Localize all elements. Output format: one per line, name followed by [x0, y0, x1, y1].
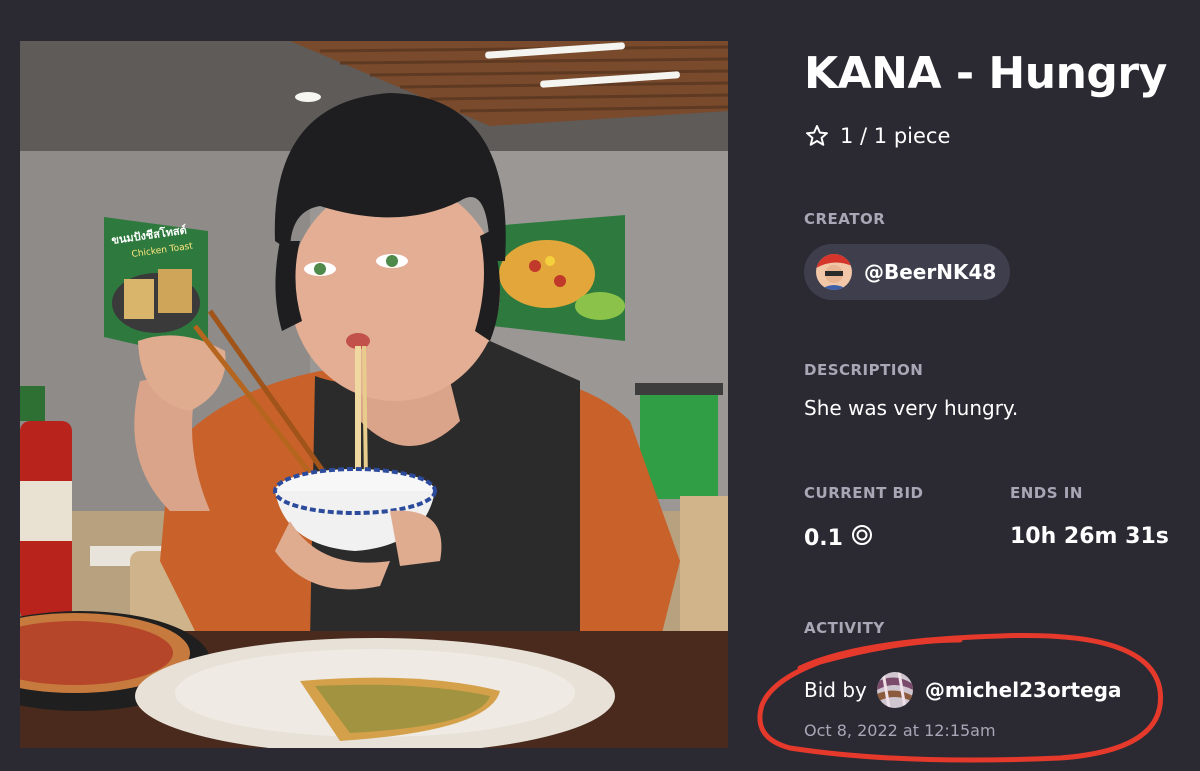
ends-in-label: ENDS IN [1010, 484, 1083, 502]
bidder-handle[interactable]: @michel23ortega [925, 678, 1122, 702]
current-bid-label: CURRENT BID [804, 484, 924, 502]
activity-timestamp: Oct 8, 2022 at 12:15am [804, 721, 996, 740]
artwork-image[interactable]: ขนมปังชีสโทสต์ Chicken Toast [20, 41, 728, 748]
poster-right [492, 215, 625, 341]
tez-currency-icon [851, 524, 873, 552]
description-label: DESCRIPTION [804, 361, 924, 379]
creator-avatar [816, 254, 852, 290]
current-bid: 0.1 [804, 524, 873, 552]
edition-text: 1 / 1 piece [840, 124, 951, 148]
description-text: She was very hungry. [804, 396, 1019, 420]
item-title: KANA - Hungry [804, 48, 1167, 99]
activity-label: ACTIVITY [804, 619, 885, 637]
current-bid-value: 0.1 [804, 525, 843, 551]
creator-handle: @BeerNK48 [864, 260, 997, 284]
creator-pill[interactable]: @BeerNK48 [804, 244, 1010, 300]
item-details-panel: KANA - Hungry 1 / 1 piece CREATOR @BeerN… [804, 0, 1200, 771]
edition-info: 1 / 1 piece [804, 121, 950, 151]
ends-in-value: 10h 26m 31s [1010, 524, 1169, 549]
creator-label: CREATOR [804, 210, 886, 228]
activity-item: Bid by @michel23ortega [804, 670, 1121, 710]
bidder-avatar[interactable] [876, 672, 913, 708]
activity-prefix: Bid by [804, 678, 867, 702]
star-outline-icon [804, 123, 830, 149]
